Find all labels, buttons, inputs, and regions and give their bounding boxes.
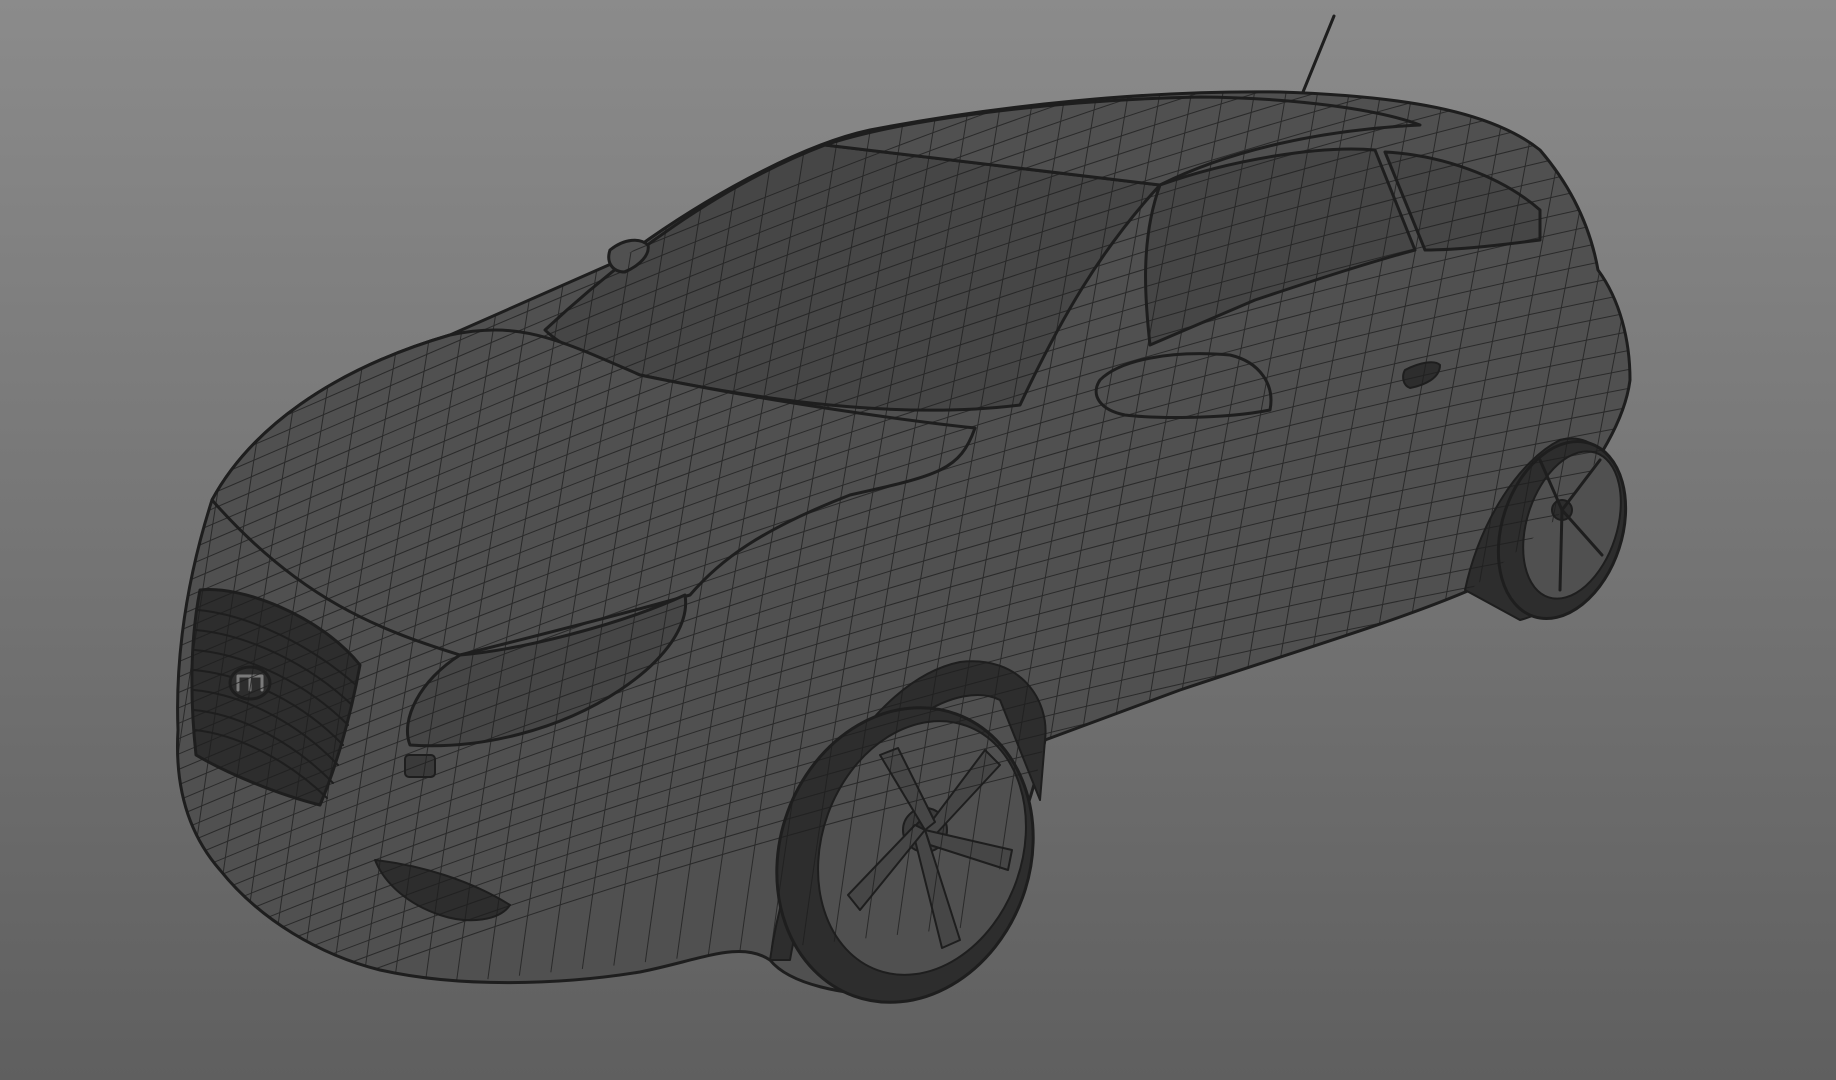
3d-viewport[interactable] [0,0,1836,1080]
viewport-canvas[interactable] [0,0,1836,1080]
side-marker-light [404,754,436,778]
